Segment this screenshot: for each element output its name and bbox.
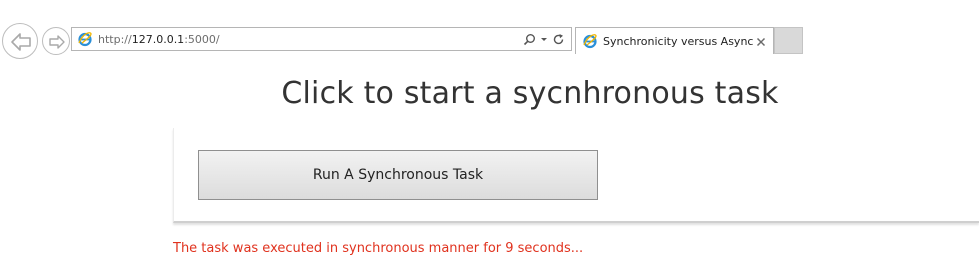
forward-arrow-icon bbox=[49, 35, 65, 49]
search-icon[interactable] bbox=[523, 33, 536, 46]
run-synchronous-task-button[interactable]: Run A Synchronous Task bbox=[198, 150, 598, 200]
address-tools bbox=[523, 33, 565, 46]
url-path: :5000/ bbox=[184, 32, 220, 46]
back-arrow-icon bbox=[11, 33, 31, 51]
address-bar[interactable]: http://127.0.0.1:5000/ bbox=[71, 27, 572, 51]
forward-button[interactable] bbox=[42, 27, 70, 55]
internet-explorer-icon bbox=[77, 31, 93, 47]
chevron-down-icon[interactable] bbox=[540, 33, 548, 46]
page-heading: Click to start a sycnhronous task bbox=[281, 76, 779, 111]
close-icon[interactable] bbox=[754, 34, 768, 48]
address-url[interactable]: http://127.0.0.1:5000/ bbox=[98, 33, 523, 46]
url-scheme: http:// bbox=[98, 32, 132, 46]
status-message: The task was executed in synchronous man… bbox=[173, 241, 584, 256]
tab-title: Synchronicity versus Async... bbox=[603, 34, 754, 48]
new-tab-button[interactable] bbox=[774, 27, 803, 54]
browser-window: http://127.0.0.1:5000/ Synchronicity ver… bbox=[0, 0, 979, 273]
task-panel: Run A Synchronous Task bbox=[173, 128, 979, 223]
back-button[interactable] bbox=[2, 23, 38, 59]
refresh-icon[interactable] bbox=[552, 33, 565, 46]
tab-active[interactable]: Synchronicity versus Async... bbox=[575, 27, 774, 54]
url-host: 127.0.0.1 bbox=[131, 32, 185, 46]
internet-explorer-icon bbox=[582, 33, 598, 49]
